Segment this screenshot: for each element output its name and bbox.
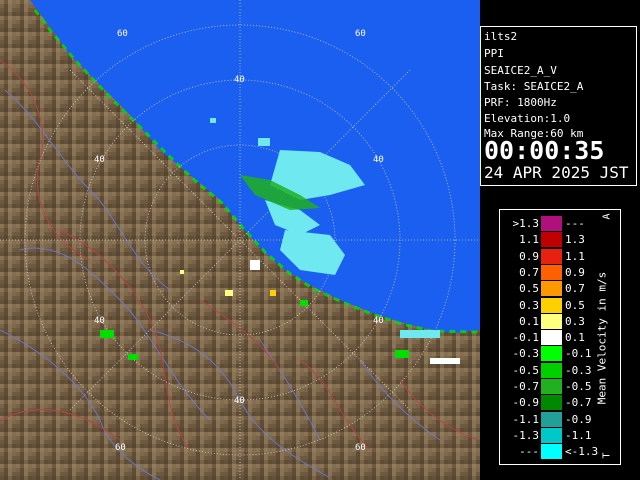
legend-swatch <box>541 379 562 394</box>
legend-swatch <box>541 427 562 443</box>
ring-label: 60 <box>355 29 366 39</box>
radar-map-canvas: 60 60 40 40 40 40 40 40 60 60 <box>0 0 480 480</box>
legend-swatch <box>541 362 562 378</box>
velocity-legend: >1.3 --- 1.1 1.3 0.9 1.1 0.7 0.9 0.5 0.7 0.3 0.5 0.1… <box>499 209 621 465</box>
legend-row-lower: 0.9 <box>519 249 539 263</box>
ring-label: 60 <box>117 29 128 39</box>
legend-swatch <box>541 444 562 460</box>
legend-corner-top: A <box>601 213 613 220</box>
ring-label: 40 <box>94 155 105 165</box>
scan-time: 00:00:35 <box>484 136 605 165</box>
legend-swatch <box>541 232 562 248</box>
legend-row-lower: -0.1 <box>512 331 540 345</box>
legend-title-text: Mean Velocity in m/s <box>595 271 609 405</box>
legend-swatch <box>541 216 562 231</box>
legend-row-lower: 1.1 <box>519 233 539 247</box>
legend-row-lower: >1.3 <box>512 217 540 230</box>
site-name: ilts2 <box>484 30 518 43</box>
elevation-value: Elevation:1.0 <box>484 112 571 125</box>
legend-swatch <box>541 264 562 280</box>
radar-map[interactable]: 60 60 40 40 40 40 40 40 60 60 <box>0 0 480 480</box>
ring-label: 40 <box>94 316 105 326</box>
legend-row-lower: -0.5 <box>512 363 540 377</box>
legend-title: Mean Velocity in m/s <box>592 218 612 458</box>
legend-swatch <box>541 346 562 362</box>
legend-row-lower: -0.7 <box>512 380 540 393</box>
legend-row-lower: --- <box>519 445 539 459</box>
legend-swatch <box>541 411 562 427</box>
task-name: Task: SEAICE2_A <box>484 80 584 93</box>
legend-row-lower: 0.7 <box>519 265 539 279</box>
legend-row-lower: -0.3 <box>512 347 540 361</box>
legend-swatch <box>541 395 562 411</box>
legend-row-lower: -0.9 <box>512 396 540 410</box>
ring-label: 60 <box>355 443 366 453</box>
legend-swatch <box>541 313 562 329</box>
legend-row-lower: 0.5 <box>519 282 539 296</box>
product-type: PPI <box>484 47 504 60</box>
prf-value: PRF: 1800Hz <box>484 96 557 109</box>
legend-row-lower: -1.3 <box>512 428 540 442</box>
legend-row-lower: 0.1 <box>519 314 539 328</box>
legend-swatch <box>541 281 562 297</box>
ring-label: 40 <box>373 155 384 165</box>
scan-name: SEAICE2_A_V <box>484 64 557 77</box>
legend-row-lower: -1.1 <box>512 412 540 426</box>
legend-swatch <box>541 248 562 264</box>
legend-corner-bottom: T <box>601 452 613 459</box>
radar-info-panel: ilts2 PPI SEAICE2_A_V Task: SEAICE2_A PR… <box>480 26 637 186</box>
ring-label: 40 <box>234 75 245 85</box>
ring-label: 40 <box>234 396 245 406</box>
legend-row-lower: 0.3 <box>519 298 539 312</box>
ring-label: 40 <box>373 316 384 326</box>
ring-label: 60 <box>115 443 126 453</box>
legend-swatch <box>541 297 562 313</box>
legend-swatch <box>541 330 562 346</box>
scan-date: 24 APR 2025 JST <box>484 163 629 182</box>
